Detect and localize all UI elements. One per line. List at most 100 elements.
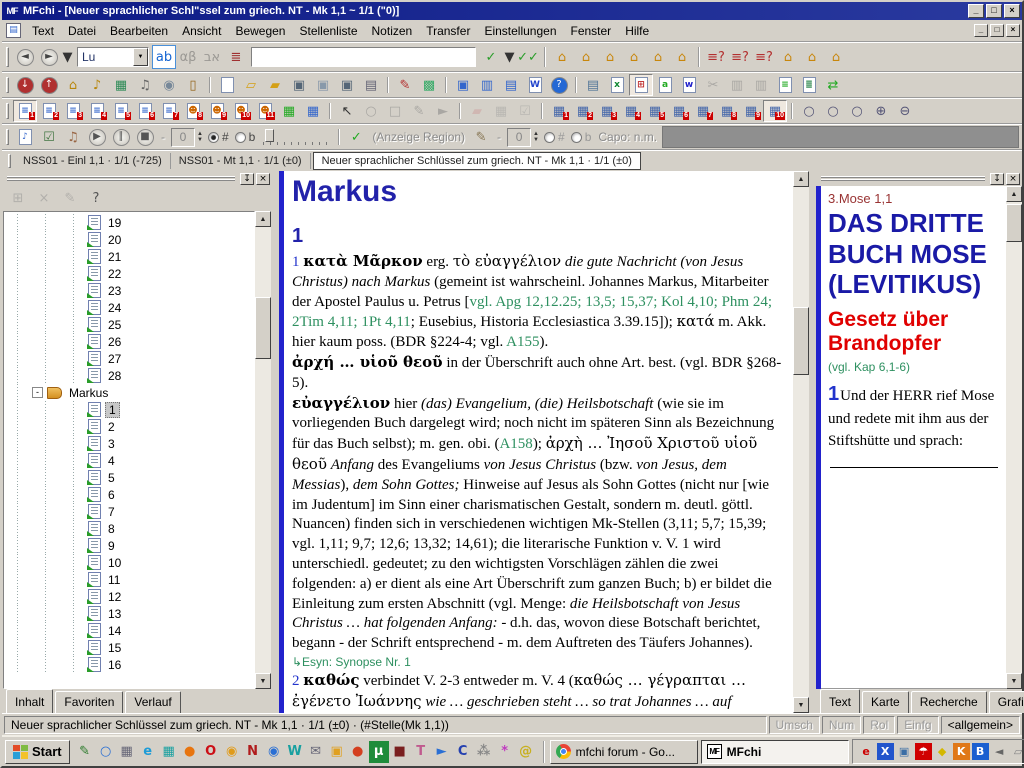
taskbar-button-browser[interactable]: mfchi forum - Go... xyxy=(550,740,698,764)
mdi-minimize-button[interactable]: _ xyxy=(974,24,988,37)
tree-item-markus[interactable]: -Markus xyxy=(4,384,254,401)
menu-bewegen[interactable]: Bewegen xyxy=(228,21,292,41)
text-window-8-icon[interactable]: ☻8 xyxy=(181,100,205,122)
tree-item-1[interactable]: 1 xyxy=(4,401,254,418)
chevron-down-icon[interactable]: ▼ xyxy=(133,48,148,66)
home-7-icon[interactable]: ⌂ xyxy=(776,45,800,69)
notes-app-icon[interactable]: N xyxy=(243,741,263,763)
text-window-6-icon[interactable]: ≡6 xyxy=(133,100,157,122)
commentary-scrollbar[interactable]: ▲ ▼ xyxy=(793,171,809,713)
tree-item-6[interactable]: 6 xyxy=(4,486,254,503)
commentary-pane[interactable]: Markus 1 1 κατὰ Μᾶρκον erg. τὸ εὐαγγέλιο… xyxy=(284,171,793,713)
menu-ansicht[interactable]: Ansicht xyxy=(175,21,228,41)
scroll-up-icon[interactable]: ▲ xyxy=(1006,186,1022,202)
contents-tree[interactable]: 19202122232425262728-Markus1234567891011… xyxy=(3,211,255,689)
menu-fenster[interactable]: Fenster xyxy=(564,21,619,41)
zoom-fit-icon[interactable]: ○ xyxy=(821,100,845,122)
region-edit-icon[interactable]: ✎ xyxy=(469,126,493,148)
text-window-10-icon[interactable]: ☻10 xyxy=(229,100,253,122)
tree-item-22[interactable]: 22 xyxy=(4,265,254,282)
tree-item-label[interactable]: 21 xyxy=(105,250,124,264)
region-check-icon[interactable]: ✓ xyxy=(344,126,368,148)
capo-sharp-radio[interactable]: # xyxy=(544,130,565,144)
zoom-pan-icon[interactable]: ○ xyxy=(797,100,821,122)
tree-item-label[interactable]: 6 xyxy=(105,488,118,502)
home-6-icon[interactable]: ⌂ xyxy=(670,45,694,69)
tab-grafik-tabelle[interactable]: Grafik/Tabelle xyxy=(989,691,1024,713)
word-app-icon[interactable]: W xyxy=(285,741,305,763)
minimize-button[interactable]: _ xyxy=(968,4,984,18)
doc-tab-mt[interactable]: NSS01 - Mt 1,1 · 1/1 (±0) xyxy=(171,153,311,169)
spinner-arrows-icon[interactable]: ▲▼ xyxy=(533,131,539,143)
copy-text-icon[interactable]: a xyxy=(653,74,677,96)
scroll-down-icon[interactable]: ▼ xyxy=(255,673,271,689)
tree-item-label[interactable]: 2 xyxy=(105,420,118,434)
home-9-icon[interactable]: ⌂ xyxy=(824,45,848,69)
tree-item-label[interactable]: 1 xyxy=(105,402,120,418)
media-player-icon[interactable]: ◉ xyxy=(264,741,284,763)
capo-flat-radio[interactable]: b xyxy=(571,130,592,144)
volume-icon[interactable]: ◄ xyxy=(991,743,1008,760)
open-icon[interactable]: ▱ xyxy=(239,74,263,96)
tree-item-12[interactable]: 12 xyxy=(4,588,254,605)
tree-item-label[interactable]: 14 xyxy=(105,624,124,638)
tree-item-label[interactable]: 25 xyxy=(105,318,124,332)
table-window-5-icon[interactable]: ▦5 xyxy=(643,100,667,122)
tree-scrollbar[interactable]: ▲ ▼ xyxy=(255,211,271,689)
ebay-icon[interactable]: e xyxy=(858,743,875,760)
comic-icon[interactable]: C xyxy=(453,741,473,763)
zoom-in-icon[interactable]: ⊕ xyxy=(869,100,893,122)
send-icon[interactable]: ► xyxy=(432,741,452,763)
home-8-icon[interactable]: ⌂ xyxy=(800,45,824,69)
tree-item-8[interactable]: 8 xyxy=(4,520,254,537)
tile-horizontal-icon[interactable]: ▤ xyxy=(499,74,523,96)
go-icon[interactable]: ✓ xyxy=(479,45,503,69)
cd-icon[interactable]: ◉ xyxy=(157,74,181,96)
flat-radio[interactable]: b xyxy=(235,130,256,144)
sitemap-icon[interactable]: ▦ xyxy=(109,74,133,96)
table-export-icon[interactable]: ▦ xyxy=(277,100,301,122)
copy-word-icon[interactable]: w xyxy=(677,74,701,96)
zoom-out-icon[interactable]: ⊖ xyxy=(893,100,917,122)
opera-icon[interactable]: O xyxy=(201,741,221,763)
splitter-right[interactable] xyxy=(809,171,816,713)
tree-item-26[interactable]: 26 xyxy=(4,333,254,350)
spiral-icon[interactable]: @ xyxy=(516,741,536,763)
scroll-thumb[interactable] xyxy=(793,307,809,375)
exit-door-icon[interactable]: ▯ xyxy=(181,74,205,96)
tree-item-2[interactable]: 2 xyxy=(4,418,254,435)
reference-input[interactable] xyxy=(251,47,476,67)
forward-icon[interactable]: ► xyxy=(37,45,61,69)
tree-item-label[interactable]: 11 xyxy=(105,573,123,587)
go-dropdown-icon[interactable]: ▼ xyxy=(503,45,516,69)
tree-item-3[interactable]: 3 xyxy=(4,435,254,452)
bible-text-pane[interactable]: 3.Mose 1,1 DAS DRITTE BUCH MOSE (LEVITIK… xyxy=(821,186,1006,689)
insert-doc-icon[interactable]: ≡ xyxy=(773,74,797,96)
text-window-11-icon[interactable]: ☻11 xyxy=(253,100,277,122)
spinner-arrows-icon[interactable]: ▲▼ xyxy=(197,131,203,143)
lexicon-books-icon[interactable]: ≣ xyxy=(224,45,248,69)
mu-app-icon[interactable]: µ xyxy=(369,741,389,763)
home-2-icon[interactable]: ⌂ xyxy=(574,45,598,69)
table-options-icon[interactable]: ▦ xyxy=(301,100,325,122)
tab-inhalt[interactable]: Inhalt xyxy=(6,689,53,713)
text-window-1-icon[interactable]: ≡1 xyxy=(13,100,37,122)
mdi-restore-button[interactable]: □ xyxy=(990,24,1004,37)
table-window-2-icon[interactable]: ▦2 xyxy=(571,100,595,122)
copy-icon[interactable]: ▤ xyxy=(581,74,605,96)
back-icon[interactable]: ◄ xyxy=(13,45,37,69)
table-window-6-icon[interactable]: ▦6 xyxy=(667,100,691,122)
home-4-icon[interactable]: ⌂ xyxy=(622,45,646,69)
pin-icon[interactable]: ↧ xyxy=(240,173,254,185)
tree-item-10[interactable]: 10 xyxy=(4,554,254,571)
tree-item-21[interactable]: 21 xyxy=(4,248,254,265)
media-session-icon[interactable]: ♫ xyxy=(133,74,157,96)
tree-item-5[interactable]: 5 xyxy=(4,469,254,486)
tree-item-label[interactable]: 4 xyxy=(105,454,118,468)
key-icon[interactable]: ◆ xyxy=(934,743,951,760)
splitter-left[interactable] xyxy=(272,171,279,713)
history-dropdown-icon[interactable]: ▼ xyxy=(61,45,74,69)
tree-item-label[interactable]: 27 xyxy=(105,352,124,366)
tree-item-23[interactable]: 23 xyxy=(4,282,254,299)
transpose-spinner[interactable]: 0▲▼ xyxy=(171,127,203,147)
